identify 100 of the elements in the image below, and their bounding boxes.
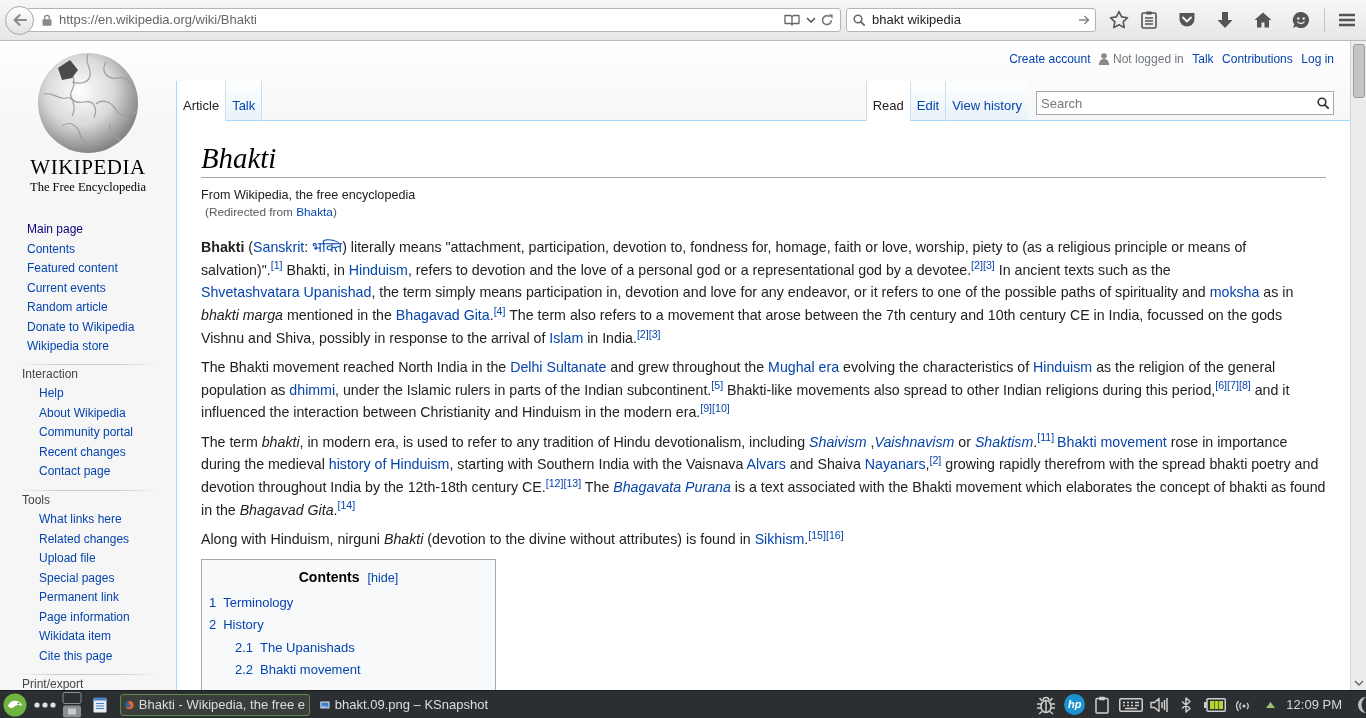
toc-link[interactable]: 2 History bbox=[209, 614, 264, 637]
sidebar-link[interactable]: Related changes bbox=[39, 529, 130, 549]
article-link[interactable]: Shaktism bbox=[974, 433, 1034, 450]
sidebar-link[interactable]: Cite this page bbox=[39, 646, 113, 666]
article-link[interactable]: Shvetashvatara Upanishad bbox=[201, 284, 372, 301]
chameleon-icon[interactable] bbox=[3, 692, 27, 717]
article-link[interactable]: Bhakta bbox=[296, 205, 333, 219]
sidebar-link[interactable]: Recent changes bbox=[39, 442, 126, 462]
article-link[interactable]: Bhakti movement bbox=[1057, 433, 1167, 450]
bug-icon[interactable] bbox=[1036, 694, 1057, 715]
right-arrow-icon[interactable] bbox=[1078, 15, 1090, 25]
battery-icon[interactable] bbox=[1204, 697, 1227, 712]
sidebar-link[interactable]: Current events bbox=[27, 278, 106, 298]
article-link[interactable]: Delhi Sultanate bbox=[510, 359, 607, 375]
personal-link[interactable]: Contributions bbox=[1222, 51, 1293, 67]
sidebar-link[interactable]: Featured content bbox=[27, 259, 118, 279]
article-link[interactable]: Bhagavad Gita bbox=[395, 307, 490, 324]
sidebar-link[interactable]: Random article bbox=[27, 298, 108, 318]
reload-icon[interactable] bbox=[821, 14, 833, 26]
article-link[interactable]: Alvars bbox=[746, 456, 786, 473]
reference-link[interactable]: [15] bbox=[808, 528, 826, 541]
article-link[interactable]: भक्ति bbox=[312, 239, 343, 255]
taskbar-button[interactable]: bhakt.09.png – KSnapshot bbox=[315, 693, 493, 716]
reference-link[interactable]: [12] bbox=[545, 476, 564, 489]
contents-toggle[interactable]: [hide] bbox=[367, 568, 399, 588]
reference-link[interactable]: [2] bbox=[971, 259, 983, 272]
puzzle-globe-icon[interactable] bbox=[36, 50, 140, 154]
chevron-down-icon[interactable] bbox=[1353, 680, 1364, 686]
personal-link[interactable]: Log in bbox=[1301, 51, 1334, 67]
book-icon[interactable] bbox=[784, 14, 800, 26]
article-link[interactable]: Mughal era bbox=[768, 359, 840, 375]
toc-link[interactable]: 2.2 Bhakti movement bbox=[235, 659, 361, 682]
bluetooth-icon[interactable] bbox=[1181, 696, 1192, 713]
sidebar-link[interactable]: About Wikipedia bbox=[39, 403, 126, 423]
up-triangle-icon[interactable] bbox=[1266, 701, 1276, 708]
sidebar-link[interactable]: Wikipedia store bbox=[27, 337, 110, 357]
caret-down-icon[interactable] bbox=[806, 17, 816, 23]
home-icon[interactable] bbox=[1254, 12, 1272, 28]
sidebar-link[interactable]: Contents bbox=[27, 239, 76, 259]
web-search-field[interactable]: bhakt wikipedia bbox=[846, 8, 1096, 32]
search-icon[interactable] bbox=[1317, 97, 1329, 109]
reference-link[interactable]: [6] bbox=[1215, 379, 1228, 392]
taskbar-button[interactable]: Bhakti - Wikipedia, the free e bbox=[120, 693, 310, 716]
reference-link[interactable]: [9] bbox=[700, 402, 713, 415]
article-link[interactable]: Hinduism bbox=[348, 261, 408, 278]
url-field[interactable]: https://en.wikipedia.org/wiki/Bhakti bbox=[28, 8, 841, 32]
speaker-icon[interactable] bbox=[1150, 696, 1169, 713]
reference-link[interactable]: [3] bbox=[982, 259, 995, 272]
tab[interactable]: Edit bbox=[909, 81, 946, 121]
scrollbar-thumb[interactable] bbox=[1352, 44, 1365, 98]
reference-link[interactable]: [1] bbox=[270, 259, 283, 272]
article-link[interactable]: moksha bbox=[1209, 284, 1260, 301]
article-link[interactable]: Bhagavata Purana bbox=[613, 479, 731, 496]
sidebar-link[interactable]: Permanent link bbox=[39, 588, 120, 608]
sidebar-link[interactable]: Upload file bbox=[39, 549, 96, 569]
reference-link[interactable]: [4] bbox=[493, 304, 506, 317]
reference-link[interactable]: [13] bbox=[563, 476, 582, 489]
reference-link[interactable]: [16] bbox=[826, 528, 844, 541]
article-link[interactable]: Shaivism bbox=[809, 433, 867, 450]
reference-link[interactable]: [14] bbox=[337, 499, 356, 512]
toc-link[interactable]: 2.1 The Upanishads bbox=[235, 636, 355, 660]
back-button[interactable] bbox=[5, 5, 34, 35]
sidebar-link[interactable]: Community portal bbox=[39, 423, 134, 443]
sidebar-link[interactable]: Donate to Wikipedia bbox=[27, 317, 135, 337]
notepad-icon[interactable] bbox=[93, 696, 107, 713]
tab[interactable]: Read bbox=[865, 81, 910, 121]
workspace-pager-icon[interactable] bbox=[62, 691, 82, 718]
search-field[interactable]: Search bbox=[1036, 91, 1334, 115]
reference-link[interactable]: [10] bbox=[712, 402, 730, 415]
reference-link[interactable]: [2] bbox=[636, 327, 649, 340]
reference-link[interactable]: [3] bbox=[648, 327, 661, 340]
reference-link[interactable]: [11] bbox=[1037, 431, 1058, 444]
sidebar-link[interactable]: Contact page bbox=[39, 462, 111, 482]
article-link[interactable]: Islam bbox=[549, 329, 584, 346]
chevron-shield-icon[interactable] bbox=[1178, 12, 1196, 28]
article-link[interactable]: history of Hinduism bbox=[328, 456, 450, 473]
article-link[interactable]: Hinduism bbox=[1033, 359, 1093, 375]
list-icon[interactable] bbox=[1141, 11, 1157, 29]
sidebar-link[interactable]: What links here bbox=[39, 510, 122, 530]
keyboard-icon[interactable] bbox=[1119, 697, 1144, 712]
tab[interactable]: Talk bbox=[226, 81, 263, 121]
toc-link[interactable]: 1 Terminology bbox=[209, 591, 294, 615]
menu-icon[interactable] bbox=[1338, 13, 1356, 27]
download-icon[interactable] bbox=[1217, 11, 1233, 29]
personal-link[interactable]: Create account bbox=[1009, 51, 1091, 67]
sidebar-link[interactable]: Special pages bbox=[39, 568, 115, 588]
personal-link[interactable]: Talk bbox=[1192, 51, 1214, 67]
clock-text[interactable]: 12:09 PM bbox=[1286, 694, 1342, 715]
reference-link[interactable]: [2] bbox=[929, 454, 942, 466]
tab[interactable]: Article bbox=[177, 81, 227, 121]
reference-link[interactable]: [5] bbox=[711, 379, 724, 392]
star-icon[interactable] bbox=[1109, 10, 1129, 30]
smiley-icon[interactable] bbox=[1292, 11, 1310, 29]
article-link[interactable]: Nayanars bbox=[864, 456, 926, 473]
dots-icon[interactable] bbox=[34, 701, 56, 708]
logo-wordmark[interactable]: WIKIPEDIA bbox=[30, 156, 146, 179]
sidebar-link[interactable]: Main page bbox=[27, 220, 84, 240]
sidebar-link[interactable]: Help bbox=[39, 384, 64, 404]
clipboard-icon[interactable] bbox=[1095, 695, 1110, 714]
reference-link[interactable]: [7] bbox=[1227, 379, 1239, 392]
